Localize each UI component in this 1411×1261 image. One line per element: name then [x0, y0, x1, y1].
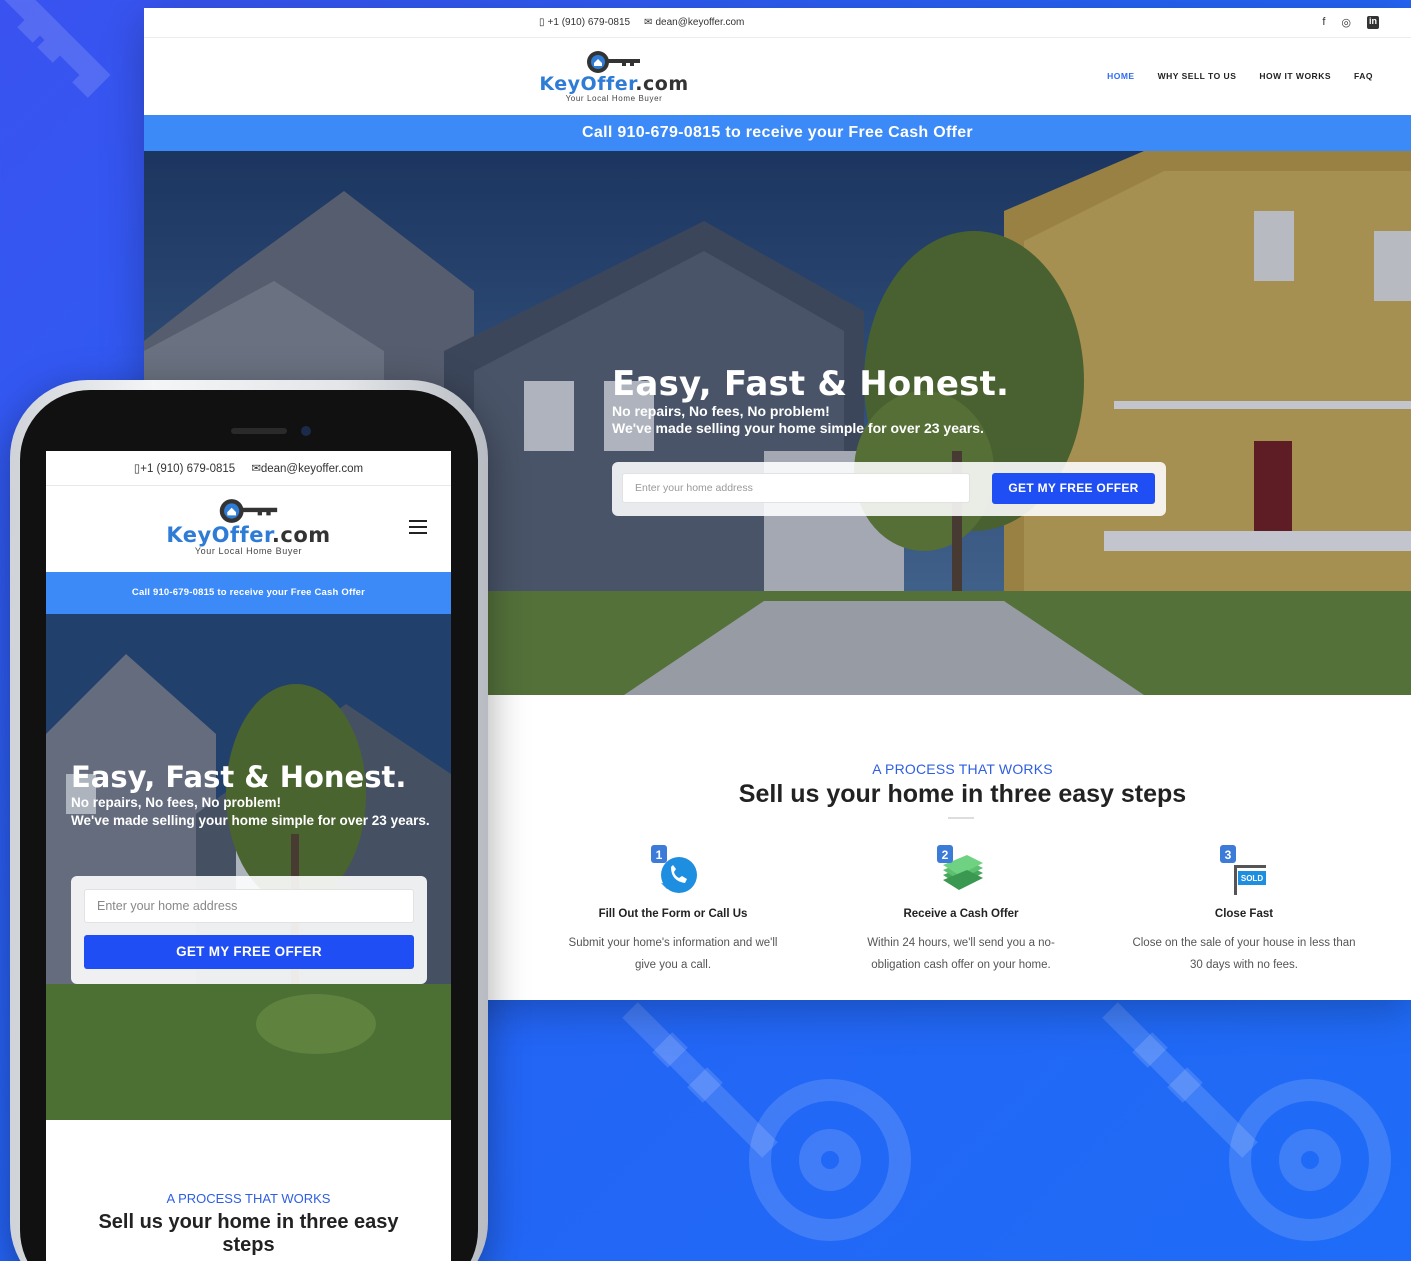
step-description: Within 24 hours, we'll send you a no- ob… [867, 937, 1055, 971]
hero-copy: Easy, Fast & Honest. No repairs, No fees… [612, 365, 1009, 437]
key-logo-icon [219, 499, 277, 523]
step-title: Fill Out the Form or Call Us [598, 908, 748, 920]
nav-faq[interactable]: FAQ [1354, 71, 1373, 81]
process-eyebrow: A PROCESS THAT WORKS [166, 1191, 331, 1206]
envelope-icon: ✉ [644, 17, 653, 28]
mobile-call-banner[interactable]: Call 910-679-0815 to receive your Free C… [46, 572, 451, 614]
email-link[interactable]: ✉ dean@keyoffer.com [644, 17, 744, 28]
hero-title: Easy, Fast & Honest. [612, 364, 1010, 404]
hero-subtitle-line2: We've made selling your home simple for … [612, 420, 984, 436]
sold-sign-text: SOLD [1241, 874, 1263, 883]
get-offer-button[interactable]: GET MY FREE OFFER [992, 473, 1155, 504]
hamburger-menu-icon[interactable] [409, 520, 427, 538]
envelope-icon: ✉ [251, 463, 261, 475]
brand-name: KeyOffer [166, 523, 272, 547]
key-logo-icon [587, 51, 640, 73]
brand-tld: .com [271, 523, 331, 547]
phone-mockup: ▯+1 (910) 679-0815 ✉dean@keyoffer.com Ke… [10, 380, 488, 1261]
call-banner[interactable]: Call 910-679-0815 to receive your Free C… [144, 115, 1411, 151]
nav-why-sell[interactable]: WHY SELL TO US [1158, 71, 1237, 81]
hero-houses-image [46, 614, 451, 1120]
step-title: Receive a Cash Offer [903, 908, 1019, 920]
phone-camera [301, 426, 311, 436]
step-description: Submit your home's information and we'll… [568, 937, 778, 971]
mobile-site-preview: ▯+1 (910) 679-0815 ✉dean@keyoffer.com Ke… [46, 451, 451, 1261]
site-logo[interactable]: KeyOffer.com Your Local Home Buyer [539, 50, 689, 103]
step-card: 2 Receive a Cash Offer Within 24 hours, … [826, 845, 1096, 976]
hero-subtitle-line2: We've made selling your home simple for … [71, 813, 430, 828]
site-header: KeyOffer.com Your Local Home Buyer HOME … [144, 38, 1411, 115]
step-card: 1 Fill Out the Form or Call Us Submit yo… [538, 845, 808, 976]
mobile-top-contact-bar: ▯+1 (910) 679-0815 ✉dean@keyoffer.com [46, 451, 451, 486]
hero-title: Easy, Fast & Honest. [71, 760, 407, 794]
brand-tagline: Your Local Home Buyer [565, 94, 663, 103]
step-description: Close on the sale of your house in less … [1132, 937, 1356, 971]
heading-divider [948, 817, 974, 819]
background-key-decoration [622, 1002, 911, 1241]
mobile-header: KeyOffer.com Your Local Home Buyer [46, 486, 451, 572]
step-number: 3 [1225, 848, 1232, 862]
main-nav: HOME WHY SELL TO US HOW IT WORKS FAQ [1107, 71, 1373, 81]
phone-link[interactable]: ▯ +1 (910) 679-0815 [539, 17, 630, 28]
top-contact-bar: ▯ +1 (910) 679-0815 ✉ dean@keyoffer.com f … [144, 8, 1411, 38]
mobile-hero-section: Easy, Fast & Honest. No repairs, No fees… [46, 614, 451, 1120]
step-number: 2 [942, 848, 949, 862]
mobile-hero-copy: Easy, Fast & Honest. No repairs, No fees… [71, 760, 431, 830]
instagram-icon[interactable]: ◎ [1341, 16, 1351, 29]
step-number: 1 [656, 848, 663, 862]
step-card: SOLD 3 Close Fast Close on the sale of y… [1109, 845, 1379, 976]
facebook-icon[interactable]: f [1322, 16, 1325, 29]
brand-name: KeyOffer [539, 73, 636, 95]
background-key-decoration [4, 0, 111, 98]
process-heading: Sell us your home in three easy steps [98, 1211, 399, 1256]
sold-sign-icon: SOLD 3 [1220, 845, 1266, 895]
nav-home[interactable]: HOME [1107, 71, 1135, 81]
mobile-phone-link[interactable]: ▯+1 (910) 679-0815 [134, 461, 235, 475]
nav-how-it-works[interactable]: HOW IT WORKS [1259, 71, 1331, 81]
mobile-process-section: A PROCESS THAT WORKS Sell us your home i… [46, 1120, 451, 1257]
step-title: Close Fast [1214, 908, 1274, 920]
address-form: Enter your home address GET MY FREE OFFE… [612, 462, 1166, 516]
linkedin-icon[interactable]: in [1367, 16, 1379, 29]
address-input[interactable]: Enter your home address [84, 889, 414, 923]
address-input[interactable]: Enter your home address [622, 473, 970, 503]
cash-stack-icon: 2 [937, 845, 983, 890]
brand-tld: .com [635, 73, 689, 95]
get-offer-button[interactable]: GET MY FREE OFFER [84, 935, 414, 969]
mobile-address-form: Enter your home address GET MY FREE OFFE… [71, 876, 427, 984]
phone-icon: ▯ [539, 17, 545, 28]
hero-subtitle-line1: No repairs, No fees, No problem! [612, 403, 830, 419]
brand-tagline: Your Local Home Buyer [194, 546, 303, 556]
mobile-email-link[interactable]: ✉dean@keyoffer.com [251, 461, 363, 475]
background-key-decoration [1102, 1002, 1391, 1241]
hero-subtitle-line1: No repairs, No fees, No problem! [71, 795, 282, 810]
phone-speaker [231, 428, 287, 434]
mobile-site-logo[interactable]: KeyOffer.com Your Local Home Buyer [166, 498, 331, 556]
phone-call-icon: 1 [651, 845, 697, 893]
